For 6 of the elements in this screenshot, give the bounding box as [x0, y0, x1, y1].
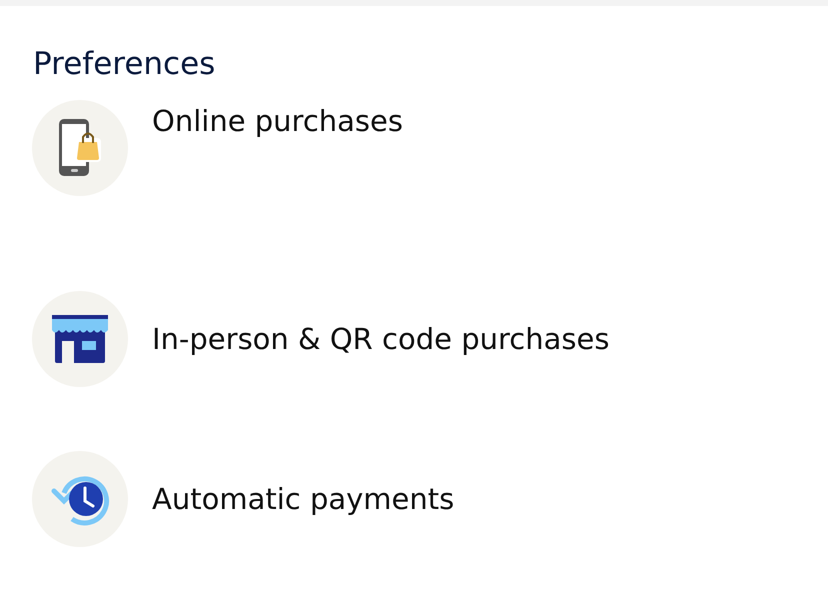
preference-label[interactable]: Automatic payments — [152, 482, 454, 516]
storefront-icon — [52, 315, 108, 363]
section-title: Preferences — [33, 45, 216, 84]
preference-label[interactable]: Online purchases — [152, 104, 403, 138]
preference-label[interactable]: In-person & QR code purchases — [152, 322, 610, 356]
phone-shopping-bag-icon — [57, 118, 103, 178]
